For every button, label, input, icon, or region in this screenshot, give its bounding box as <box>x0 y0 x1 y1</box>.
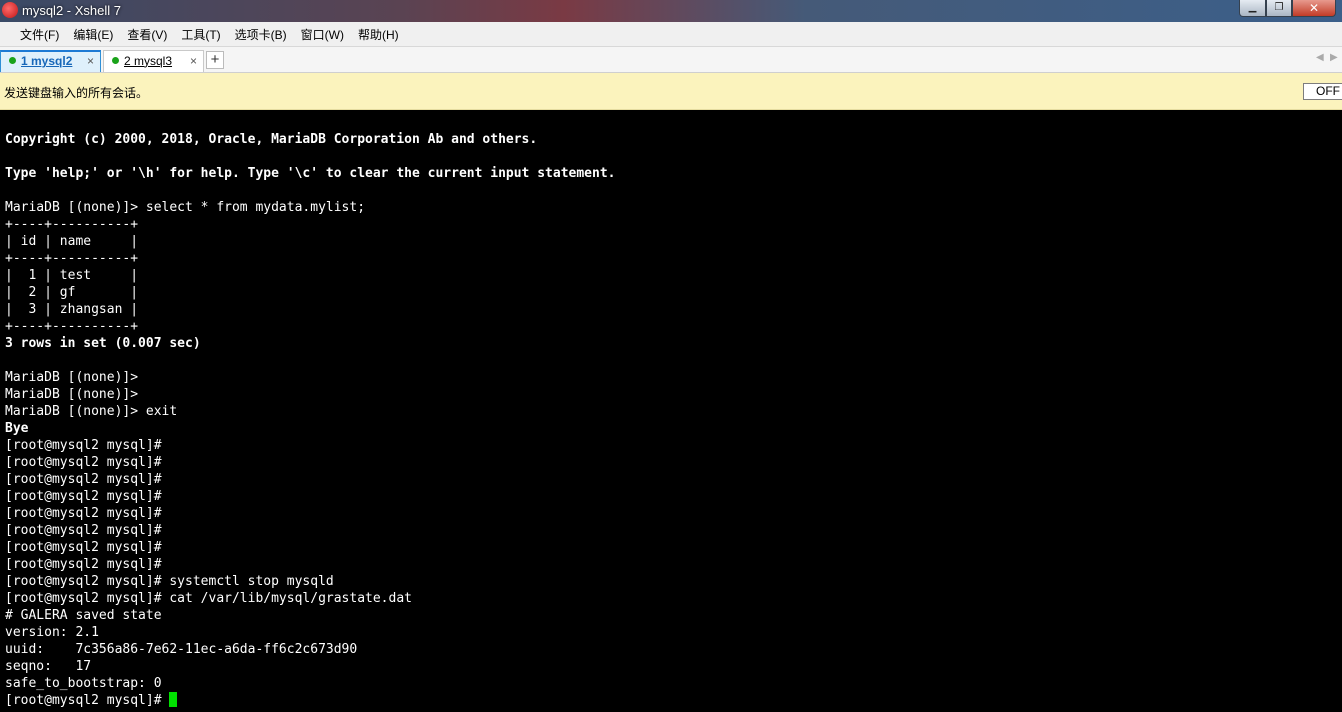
terminal-area[interactable]: Copyright (c) 2000, 2018, Oracle, MariaD… <box>0 110 1342 712</box>
terminal-line: MariaDB [(none)]> exit <box>5 404 178 419</box>
terminal-line: [root@mysql2 mysql]# <box>5 557 162 572</box>
window-title: mysql2 - Xshell 7 <box>22 3 121 18</box>
terminal-line: [root@mysql2 mysql]# <box>5 506 162 521</box>
terminal-line: +----+----------+ <box>5 319 139 334</box>
terminal-line: Type 'help;' or '\h' for help. Type '\c'… <box>5 166 616 181</box>
tab-close-icon[interactable]: × <box>87 52 94 71</box>
terminal-line: MariaDB [(none)]> <box>5 387 139 402</box>
terminal-line: | 3 | zhangsan | <box>5 302 139 317</box>
tab-label: 1 mysql2 <box>21 54 73 68</box>
terminal-prompt-line: [root@mysql2 mysql]# <box>5 692 615 709</box>
send-to-all-label: 发送键盘输入的所有会话。 <box>4 86 149 100</box>
shell-prompt: [root@mysql2 mysql]# <box>5 693 170 708</box>
send-to-all-sessions-bar: 发送键盘输入的所有会话。 OFF <box>0 73 1342 110</box>
terminal-line: +----+----------+ <box>5 251 139 266</box>
title-bar: mysql2 - Xshell 7 ▁ ❐ ✕ <box>0 0 1342 22</box>
terminal-line: | 1 | test | <box>5 268 139 283</box>
tab-scroll-right-icon[interactable]: ▶ <box>1330 52 1338 63</box>
terminal-line: 3 rows in set (0.007 sec) <box>5 336 201 351</box>
terminal-line: [root@mysql2 mysql]# <box>5 523 162 538</box>
xshell-app-icon <box>2 2 18 18</box>
connected-status-icon <box>9 57 16 65</box>
terminal-line: [root@mysql2 mysql]# systemctl stop mysq… <box>5 574 334 589</box>
close-button[interactable]: ✕ <box>1292 0 1336 17</box>
window-controls: ▁ ❐ ✕ <box>1239 0 1336 18</box>
terminal-line: [root@mysql2 mysql]# <box>5 455 162 470</box>
terminal-line: seqno: 17 <box>5 659 92 674</box>
terminal-line: uuid: 7c356a86-7e62-11ec-a6da-ff6c2c673d… <box>5 642 358 657</box>
send-to-all-toggle[interactable]: OFF <box>1303 83 1342 100</box>
terminal-line: +----+----------+ <box>5 217 139 232</box>
menu-edit[interactable]: 编辑(E) <box>67 24 119 45</box>
menu-view[interactable]: 查看(V) <box>121 24 173 45</box>
terminal-line: | id | name | <box>5 234 139 249</box>
terminal-line: [root@mysql2 mysql]# <box>5 472 162 487</box>
terminal-output: Copyright (c) 2000, 2018, Oracle, MariaD… <box>5 131 615 709</box>
menu-help[interactable]: 帮助(H) <box>352 24 405 45</box>
connected-status-icon <box>112 57 119 65</box>
terminal-line: safe_to_bootstrap: 0 <box>5 676 162 691</box>
menu-bar: 文件(F) 编辑(E) 查看(V) 工具(T) 选项卡(B) 窗口(W) 帮助(… <box>0 22 1342 47</box>
tab-label: 2 mysql3 <box>124 54 173 68</box>
terminal-line: # GALERA saved state <box>5 608 162 623</box>
terminal-line: MariaDB [(none)]> <box>5 370 139 385</box>
menu-tabs[interactable]: 选项卡(B) <box>229 24 293 45</box>
maximize-button[interactable]: ❐ <box>1266 0 1292 17</box>
terminal-line: [root@mysql2 mysql]# cat /var/lib/mysql/… <box>5 591 412 606</box>
terminal-line: [root@mysql2 mysql]# <box>5 489 162 504</box>
terminal-line: Bye <box>5 421 29 436</box>
new-tab-button[interactable]: + <box>206 51 224 69</box>
tab-mysql2[interactable]: 1 mysql2 × <box>0 50 101 72</box>
tab-mysql3[interactable]: 2 mysql3 × <box>103 50 204 72</box>
terminal-line: [root@mysql2 mysql]# <box>5 438 162 453</box>
minimize-button[interactable]: ▁ <box>1239 0 1266 17</box>
text-cursor <box>169 692 178 707</box>
menu-tools[interactable]: 工具(T) <box>175 24 226 45</box>
tab-close-icon[interactable]: × <box>190 51 197 71</box>
menu-file[interactable]: 文件(F) <box>14 24 65 45</box>
terminal-line: version: 2.1 <box>5 625 99 640</box>
terminal-line: Copyright (c) 2000, 2018, Oracle, MariaD… <box>5 132 538 147</box>
menu-window[interactable]: 窗口(W) <box>295 24 350 45</box>
terminal-line: [root@mysql2 mysql]# <box>5 540 162 555</box>
xshell-window: mysql2 - Xshell 7 ▁ ❐ ✕ 文件(F) 编辑(E) 查看(V… <box>0 0 1342 712</box>
tab-scroll-left-icon[interactable]: ◀ <box>1316 52 1324 63</box>
terminal-line: MariaDB [(none)]> select * from mydata.m… <box>5 200 366 215</box>
terminal-line: | 2 | gf | <box>5 285 139 300</box>
session-tab-bar: 1 mysql2 × 2 mysql3 × + ◀ ▶ <box>0 47 1342 73</box>
